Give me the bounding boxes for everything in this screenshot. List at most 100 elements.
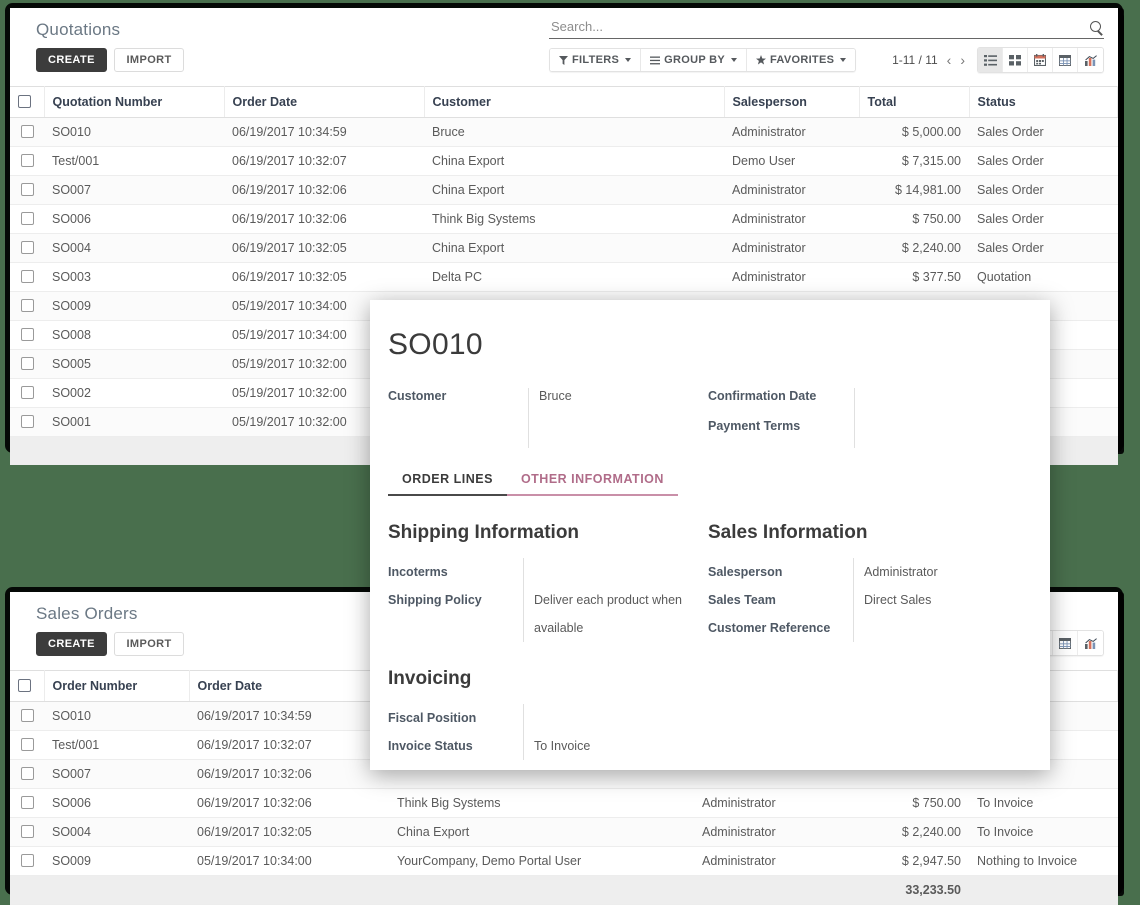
- salesperson-value[interactable]: Administrator: [864, 558, 1028, 586]
- cell-customer: China Export: [389, 818, 694, 847]
- select-all-header[interactable]: [10, 671, 44, 702]
- row-checkbox[interactable]: [21, 183, 34, 196]
- pivot-view-icon[interactable]: [1053, 631, 1078, 655]
- row-checkbox[interactable]: [21, 154, 34, 167]
- filter-icon: [559, 56, 568, 65]
- select-all-checkbox[interactable]: [18, 679, 31, 692]
- table-row[interactable]: SO00905/19/2017 10:34:00YourCompany, Dem…: [10, 847, 1118, 876]
- cell-number: Test/001: [44, 147, 224, 176]
- group-by-button[interactable]: GROUP BY: [641, 49, 747, 71]
- select-all-checkbox[interactable]: [18, 95, 31, 108]
- invoicing-section: Invoicing Fiscal Position Invoice Status…: [388, 642, 708, 760]
- dialog-title: SO010: [388, 328, 1028, 362]
- column-header-status[interactable]: Status: [969, 87, 1118, 118]
- table-row[interactable]: SO01006/19/2017 10:34:59BruceAdministrat…: [10, 118, 1118, 147]
- filters-button[interactable]: FILTERS: [550, 49, 641, 71]
- cell-status: Sales Order: [969, 205, 1118, 234]
- invoice-status-value[interactable]: To Invoice: [534, 732, 708, 760]
- cell-number: SO006: [44, 789, 189, 818]
- group-by-label: GROUP BY: [664, 54, 725, 66]
- row-checkbox[interactable]: [21, 125, 34, 138]
- incoterms-value[interactable]: [534, 558, 708, 586]
- cell-salesperson: Administrator: [724, 176, 859, 205]
- cell-total: $ 14,981.00: [859, 176, 969, 205]
- row-checkbox[interactable]: [21, 796, 34, 809]
- column-header-salesperson[interactable]: Salesperson: [724, 87, 859, 118]
- search-icon[interactable]: [1089, 20, 1104, 35]
- table-row[interactable]: SO00406/19/2017 10:32:05China ExportAdmi…: [10, 818, 1118, 847]
- pager-prev-button[interactable]: ‹: [947, 53, 952, 67]
- row-checkbox[interactable]: [21, 212, 34, 225]
- dialog-section-row-1: Shipping Information Incoterms Shipping …: [388, 496, 1028, 642]
- search-input[interactable]: [549, 18, 1083, 35]
- row-checkbox[interactable]: [21, 415, 34, 428]
- cell-status: Sales Order: [969, 118, 1118, 147]
- fiscal-position-label: Fiscal Position: [388, 704, 523, 732]
- customer-value[interactable]: Bruce: [539, 388, 708, 404]
- pager-count: 1-11 / 11: [892, 53, 938, 67]
- cell-total: $ 377.50: [859, 263, 969, 292]
- payment-terms-value[interactable]: [865, 418, 1028, 434]
- row-checkbox[interactable]: [21, 241, 34, 254]
- confirmation-date-value[interactable]: [865, 388, 1028, 404]
- column-header-order-number[interactable]: Order Number: [44, 671, 189, 702]
- table-row[interactable]: SO00706/19/2017 10:32:06China ExportAdmi…: [10, 176, 1118, 205]
- row-checkbox[interactable]: [21, 854, 34, 867]
- pager-next-button[interactable]: ›: [960, 53, 965, 67]
- cell-number: SO007: [44, 760, 189, 789]
- kanban-view-icon[interactable]: [1003, 48, 1028, 72]
- cell-customer: China Export: [424, 176, 724, 205]
- import-button[interactable]: IMPORT: [114, 48, 183, 72]
- row-checkbox[interactable]: [21, 709, 34, 722]
- cell-total: $ 5,000.00: [859, 118, 969, 147]
- column-header-customer[interactable]: Customer: [424, 87, 724, 118]
- select-all-header[interactable]: [10, 87, 44, 118]
- graph-view-icon[interactable]: [1078, 48, 1103, 72]
- pivot-view-icon[interactable]: [1053, 48, 1078, 72]
- row-checkbox[interactable]: [21, 357, 34, 370]
- view-switcher: [977, 47, 1104, 73]
- import-button[interactable]: IMPORT: [114, 632, 183, 656]
- customer-reference-label: Customer Reference: [708, 614, 853, 642]
- cell-salesperson: Demo User: [724, 147, 859, 176]
- tab-other-information[interactable]: OTHER INFORMATION: [507, 466, 678, 496]
- column-header-order-date[interactable]: Order Date: [189, 671, 389, 702]
- customer-reference-value[interactable]: [864, 614, 1028, 642]
- row-checkbox[interactable]: [21, 328, 34, 341]
- cell-total: $ 750.00: [859, 205, 969, 234]
- table-row[interactable]: SO00306/19/2017 10:32:05Delta PCAdminist…: [10, 263, 1118, 292]
- cell-number: SO007: [44, 176, 224, 205]
- search-row: [549, 18, 1104, 39]
- create-button[interactable]: CREATE: [36, 632, 107, 656]
- row-checkbox[interactable]: [21, 738, 34, 751]
- row-checkbox[interactable]: [21, 270, 34, 283]
- table-row[interactable]: SO00606/19/2017 10:32:06Think Big System…: [10, 789, 1118, 818]
- graph-view-icon[interactable]: [1078, 631, 1103, 655]
- sales-information-title: Sales Information: [708, 522, 1028, 544]
- cell-number: SO003: [44, 263, 224, 292]
- cell-status: Sales Order: [969, 176, 1118, 205]
- favorites-button[interactable]: FAVORITES: [747, 49, 855, 71]
- column-header-quotation-number[interactable]: Quotation Number: [44, 87, 224, 118]
- tab-order-lines[interactable]: ORDER LINES: [388, 466, 507, 496]
- shipping-policy-value[interactable]: Deliver each product when available: [534, 586, 708, 642]
- calendar-view-icon[interactable]: [1028, 48, 1053, 72]
- sales-team-value[interactable]: Direct Sales: [864, 586, 1028, 614]
- table-row[interactable]: Test/00106/19/2017 10:32:07China ExportD…: [10, 147, 1118, 176]
- row-checkbox[interactable]: [21, 825, 34, 838]
- column-header-order-date[interactable]: Order Date: [224, 87, 424, 118]
- row-checkbox[interactable]: [21, 299, 34, 312]
- column-header-total[interactable]: Total: [859, 87, 969, 118]
- create-button[interactable]: CREATE: [36, 48, 107, 72]
- row-checkbox[interactable]: [21, 386, 34, 399]
- filters-label: FILTERS: [572, 54, 619, 66]
- cell-salesperson: Administrator: [724, 234, 859, 263]
- search-area: FILTERS GROUP BY FAVOR: [549, 18, 1104, 73]
- fiscal-position-value[interactable]: [534, 704, 708, 732]
- row-checkbox[interactable]: [21, 767, 34, 780]
- list-view-icon[interactable]: [978, 48, 1003, 72]
- table-row[interactable]: SO00406/19/2017 10:32:05China ExportAdmi…: [10, 234, 1118, 263]
- table-row[interactable]: SO00606/19/2017 10:32:06Think Big System…: [10, 205, 1118, 234]
- pager: 1-11 / 11 ‹ ›: [892, 53, 965, 67]
- cell-date: 06/19/2017 10:32:06: [189, 760, 389, 789]
